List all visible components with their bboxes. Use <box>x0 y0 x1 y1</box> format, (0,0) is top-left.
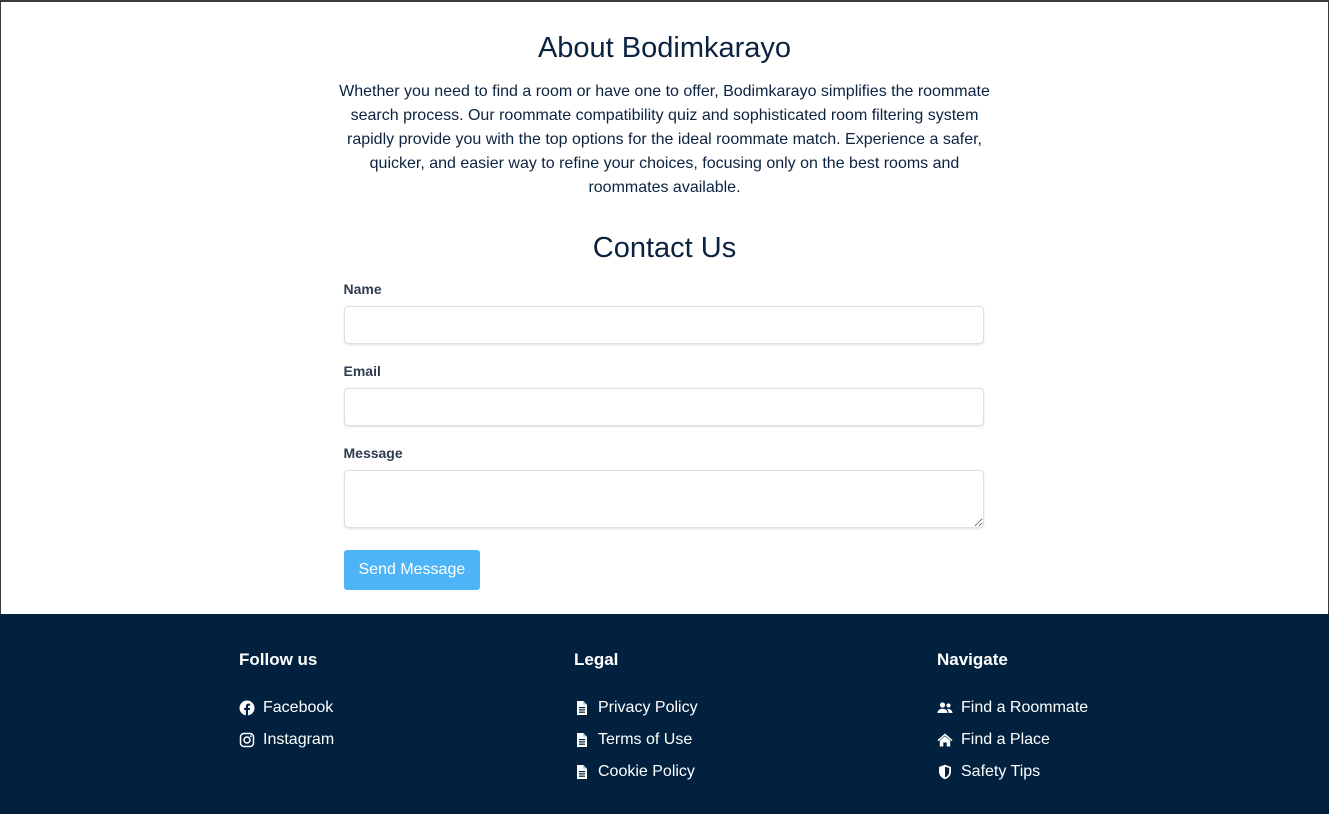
about-title: About Bodimkarayo <box>537 32 792 64</box>
footer-legal-heading: Legal <box>574 650 619 669</box>
email-input[interactable] <box>343 388 984 426</box>
footer-legal-column: Legal Privacy Policy Terms of Use Cookie… <box>574 650 698 788</box>
footer: Follow us Facebook Instagram Legal Priva… <box>0 614 1329 814</box>
document-icon <box>574 700 590 716</box>
footer-link-privacy-policy[interactable]: Privacy Policy <box>574 692 698 724</box>
footer-follow-column: Follow us Facebook Instagram <box>239 650 334 756</box>
instagram-icon <box>239 732 255 748</box>
footer-link-find-place[interactable]: Find a Place <box>937 724 1088 756</box>
footer-navigate-column: Navigate Find a Roommate Find a Place Sa… <box>937 650 1088 788</box>
email-label: Email <box>343 363 381 379</box>
footer-link-label: Find a Place <box>961 731 1050 748</box>
facebook-icon <box>239 700 255 716</box>
footer-navigate-heading: Navigate <box>937 650 1008 669</box>
main-content: About Bodimkarayo Whether you need to fi… <box>1 2 1328 614</box>
footer-follow-heading: Follow us <box>239 650 318 669</box>
name-input[interactable] <box>343 306 984 344</box>
about-description: Whether you need to find a room or have … <box>339 83 990 196</box>
message-label: Message <box>343 445 403 461</box>
footer-link-facebook[interactable]: Facebook <box>239 692 334 724</box>
footer-link-find-roommate[interactable]: Find a Roommate <box>937 692 1088 724</box>
contact-form: Name Email Message Send Message <box>343 280 986 590</box>
footer-link-label: Facebook <box>263 699 334 716</box>
page: About Bodimkarayo Whether you need to fi… <box>0 0 1329 814</box>
footer-link-label: Cookie Policy <box>598 763 695 780</box>
footer-link-label: Privacy Policy <box>598 699 698 716</box>
footer-link-terms-of-use[interactable]: Terms of Use <box>574 724 698 756</box>
footer-link-label: Terms of Use <box>598 731 693 748</box>
document-icon <box>574 764 590 780</box>
name-label: Name <box>343 281 382 297</box>
footer-link-label: Instagram <box>263 731 335 748</box>
users-icon <box>937 700 953 716</box>
footer-link-cookie-policy[interactable]: Cookie Policy <box>574 756 698 788</box>
contact-title: Contact Us <box>592 232 737 264</box>
footer-link-label: Safety Tips <box>961 763 1041 780</box>
footer-link-safety-tips[interactable]: Safety Tips <box>937 756 1088 788</box>
footer-link-instagram[interactable]: Instagram <box>239 724 334 756</box>
shield-icon <box>937 764 953 780</box>
document-icon <box>574 732 590 748</box>
message-textarea[interactable] <box>343 470 984 528</box>
send-message-button[interactable]: Send Message <box>343 550 481 590</box>
footer-link-label: Find a Roommate <box>961 699 1089 716</box>
home-icon <box>937 732 953 748</box>
